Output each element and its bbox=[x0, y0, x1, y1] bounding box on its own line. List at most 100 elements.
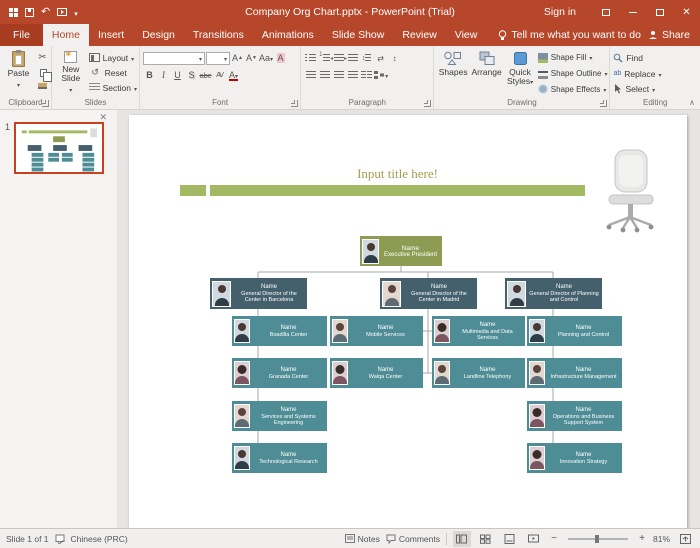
tab-slide-show[interactable]: Slide Show bbox=[323, 24, 394, 46]
copy-icon[interactable] bbox=[36, 66, 52, 82]
underline-icon[interactable]: U bbox=[171, 69, 184, 82]
org-box-innovation-strategy[interactable]: Name Innovation Strategy bbox=[527, 443, 622, 473]
new-slide-button[interactable]: New Slide bbox=[55, 49, 87, 96]
replace-button[interactable]: ab Replace bbox=[613, 67, 661, 81]
line-spacing-icon[interactable]: ↕ bbox=[360, 52, 373, 65]
tell-me-box[interactable]: Tell me what you want to do bbox=[498, 24, 641, 46]
undo-icon[interactable]: ↶ bbox=[41, 7, 50, 18]
layout-button[interactable]: Layout bbox=[88, 51, 137, 64]
app-menu-icon[interactable] bbox=[9, 7, 18, 17]
tab-home[interactable]: Home bbox=[42, 24, 89, 46]
shape-effects-button[interactable]: Shape Effects bbox=[537, 82, 608, 96]
tab-view[interactable]: View bbox=[446, 24, 487, 46]
shapes-button[interactable]: Shapes bbox=[437, 49, 468, 96]
org-box-director-planning[interactable]: Name General Director of Planning and Co… bbox=[505, 278, 602, 309]
change-case-icon[interactable]: Aa bbox=[259, 52, 273, 65]
org-box-executive-president[interactable]: Name Executive President bbox=[360, 236, 442, 266]
columns-icon[interactable] bbox=[360, 69, 373, 82]
org-box-walqa-center[interactable]: Name Walqa Center bbox=[330, 358, 423, 388]
org-box-operations-bss[interactable]: Name Operations and Business Support Syst… bbox=[527, 401, 622, 431]
tab-insert[interactable]: Insert bbox=[89, 24, 133, 46]
org-box-infrastructure[interactable]: Name Infrastructure Management bbox=[527, 358, 622, 388]
align-text-icon[interactable]: ↕ bbox=[388, 52, 401, 65]
shape-fill-button[interactable]: Shape Fill bbox=[537, 51, 608, 65]
font-dialog-launcher-icon[interactable] bbox=[291, 100, 299, 107]
italic-icon[interactable]: I bbox=[157, 69, 170, 82]
zoom-out-button[interactable]: − bbox=[549, 533, 559, 544]
tab-transitions[interactable]: Transitions bbox=[184, 24, 253, 46]
zoom-slider[interactable] bbox=[567, 534, 628, 543]
text-shadow-icon[interactable]: S bbox=[185, 69, 198, 82]
restore-icon[interactable] bbox=[646, 0, 673, 24]
org-box-director-madrid[interactable]: Name General Director of the Center in M… bbox=[380, 278, 477, 309]
tab-animations[interactable]: Animations bbox=[253, 24, 323, 46]
drawing-dialog-launcher-icon[interactable] bbox=[600, 100, 608, 107]
slide-show-view-button[interactable] bbox=[525, 531, 543, 547]
tab-file[interactable]: File bbox=[0, 24, 43, 46]
org-box-planning-control[interactable]: Name Planning and Control bbox=[527, 316, 622, 346]
shape-outline-button[interactable]: Shape Outline bbox=[537, 67, 608, 81]
increase-indent-icon[interactable] bbox=[344, 52, 359, 65]
reset-button[interactable]: ↺ Reset bbox=[89, 66, 137, 79]
org-box-mobile-services[interactable]: Name Mobile Services bbox=[330, 316, 423, 346]
character-spacing-icon[interactable]: AV bbox=[213, 69, 226, 82]
org-box-granada-center[interactable]: Name Granada Center bbox=[232, 358, 327, 388]
paragraph-dialog-launcher-icon[interactable] bbox=[424, 100, 432, 107]
justify-icon[interactable] bbox=[346, 69, 359, 82]
normal-view-button[interactable] bbox=[452, 530, 471, 547]
align-left-icon[interactable] bbox=[304, 69, 317, 82]
save-icon[interactable] bbox=[25, 7, 34, 17]
start-slideshow-icon[interactable] bbox=[57, 8, 68, 16]
customize-qat-icon[interactable] bbox=[74, 3, 78, 21]
section-button[interactable]: Section bbox=[88, 81, 137, 94]
zoom-slider-thumb[interactable] bbox=[594, 534, 599, 543]
convert-to-smartart-icon[interactable] bbox=[374, 69, 388, 82]
notes-button[interactable]: Notes bbox=[344, 534, 380, 544]
share-button[interactable]: Share bbox=[648, 24, 700, 46]
comments-button[interactable]: Comments bbox=[386, 534, 440, 544]
org-box-services-systems[interactable]: Name Services and Systems Engineering bbox=[232, 401, 327, 431]
tab-design[interactable]: Design bbox=[133, 24, 184, 46]
zoom-level[interactable]: 81% bbox=[653, 534, 670, 544]
minimize-icon[interactable] bbox=[619, 0, 646, 24]
select-button[interactable]: Select bbox=[613, 82, 661, 96]
close-icon[interactable]: ✕ bbox=[673, 0, 700, 24]
find-button[interactable]: Find bbox=[613, 51, 661, 65]
sign-in-link[interactable]: Sign in bbox=[544, 6, 576, 18]
slide-indicator[interactable]: Slide 1 of 1 bbox=[6, 534, 49, 544]
text-direction-icon[interactable]: ⇄ bbox=[374, 52, 387, 65]
paste-dropdown-icon[interactable] bbox=[17, 80, 20, 91]
ribbon-display-options-icon[interactable] bbox=[592, 0, 619, 24]
language-indicator[interactable]: Chinese (PRC) bbox=[71, 534, 128, 544]
font-size-combobox[interactable] bbox=[206, 51, 230, 65]
spell-check-button[interactable] bbox=[55, 534, 65, 544]
quick-styles-button[interactable]: Quick Styles bbox=[504, 49, 535, 96]
cut-icon[interactable]: ✂ bbox=[36, 51, 49, 64]
tab-review[interactable]: Review bbox=[393, 24, 445, 46]
font-color-icon[interactable]: A bbox=[227, 69, 240, 82]
arrange-button[interactable]: Arrange bbox=[471, 49, 502, 96]
org-box-boadilla-center[interactable]: Name Boadilla Center bbox=[232, 316, 327, 346]
slide-1[interactable]: Input title here! Name Executive Preside… bbox=[129, 115, 687, 528]
format-painter-icon[interactable] bbox=[36, 81, 49, 94]
org-box-landline-telephony[interactable]: Name Landline Telephony bbox=[432, 358, 525, 388]
clipboard-dialog-launcher-icon[interactable] bbox=[42, 100, 49, 107]
reading-view-button[interactable] bbox=[501, 531, 519, 547]
org-box-director-barcelona[interactable]: Name General Director of the Center in B… bbox=[210, 278, 307, 309]
fit-slide-to-window-button[interactable] bbox=[676, 531, 694, 547]
org-box-multimedia-data[interactable]: Name Multimedia and Data Services bbox=[432, 316, 525, 346]
new-slide-dropdown-icon[interactable] bbox=[69, 85, 72, 96]
collapse-ribbon-icon[interactable]: ∧ bbox=[689, 98, 695, 107]
bullets-icon[interactable] bbox=[304, 52, 317, 65]
slide-1-thumbnail[interactable] bbox=[14, 122, 104, 174]
font-name-combobox[interactable] bbox=[143, 51, 205, 65]
org-box-technological-research[interactable]: Name Technological Research bbox=[232, 443, 327, 473]
clear-formatting-icon[interactable]: A bbox=[274, 52, 287, 65]
paste-button[interactable]: Paste bbox=[3, 49, 34, 96]
grow-font-icon[interactable]: A ▲ bbox=[231, 52, 244, 65]
slide-sorter-view-button[interactable] bbox=[477, 531, 495, 547]
align-right-icon[interactable] bbox=[332, 69, 345, 82]
strikethrough-icon[interactable]: abc bbox=[199, 69, 212, 82]
align-center-icon[interactable] bbox=[318, 69, 331, 82]
shrink-font-icon[interactable]: A ▼ bbox=[245, 52, 258, 65]
